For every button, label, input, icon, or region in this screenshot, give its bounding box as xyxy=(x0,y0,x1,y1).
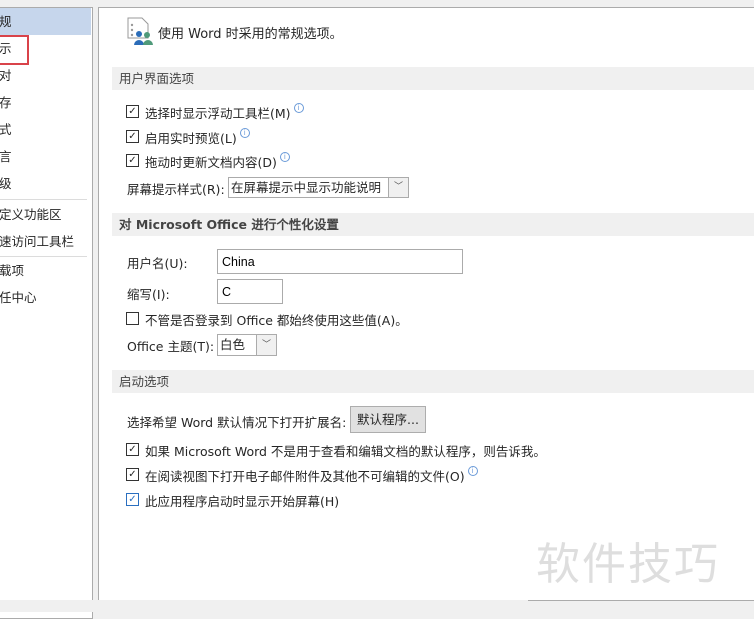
office-theme-select[interactable]: 白色 ﹀ xyxy=(217,334,277,356)
options-panel xyxy=(98,7,754,601)
checkbox-default-program-notify[interactable]: ✓ xyxy=(126,443,139,456)
intro-text: 使用 Word 时采用的常规选项。 xyxy=(158,27,343,42)
options-sidebar: 规 示 对 存 式 言 级 定义功能区 速访问工具栏 载项 任中心 xyxy=(0,7,93,619)
initials-label: 缩写(I): xyxy=(127,287,170,302)
office-theme-label: Office 主题(T): xyxy=(127,339,215,354)
option-update-on-drag: 拖动时更新文档内容(D) i xyxy=(145,152,290,171)
sidebar-item-trust-center[interactable]: 任中心 xyxy=(0,284,91,311)
info-icon[interactable]: i xyxy=(239,128,250,138)
default-programs-button[interactable]: 默认程序... xyxy=(350,406,426,433)
checkbox-always-use-values[interactable] xyxy=(126,312,139,325)
general-options-icon xyxy=(126,16,154,51)
section-header-personalize: 对 Microsoft Office 进行个性化设置 xyxy=(112,213,754,236)
chevron-down-icon: ﹀ xyxy=(388,178,408,197)
screentip-style-label: 屏幕提示样式(R): xyxy=(127,182,225,197)
select-value: 白色 xyxy=(220,337,246,352)
default-extension-label: 选择希望 Word 默认情况下打开扩展名: xyxy=(127,415,347,430)
section-header-startup: 启动选项 xyxy=(112,370,754,393)
sidebar-item-language[interactable]: 言 xyxy=(0,143,91,170)
sidebar-item-quick-access-toolbar[interactable]: 速访问工具栏 xyxy=(0,228,91,255)
section-header-ui-options: 用户界面选项 xyxy=(112,67,754,90)
option-label: 启用实时预览(L) xyxy=(145,131,237,146)
username-label: 用户名(U): xyxy=(127,256,188,271)
select-value: 在屏幕提示中显示功能说明 xyxy=(231,180,382,195)
checkbox-live-preview[interactable]: ✓ xyxy=(126,130,139,143)
checkbox-reading-view[interactable]: ✓ xyxy=(126,468,139,481)
sidebar-divider xyxy=(0,199,87,200)
info-icon[interactable]: i xyxy=(293,103,304,113)
sidebar-item-advanced[interactable]: 级 xyxy=(0,170,91,197)
checkbox-update-on-drag[interactable]: ✓ xyxy=(126,154,139,167)
default-program-notify-label: 如果 Microsoft Word 不是用于查看和编辑文档的默认程序，则告诉我。 xyxy=(145,444,546,459)
sidebar-item-addins[interactable]: 载项 xyxy=(0,257,91,284)
chevron-down-icon: ﹀ xyxy=(256,335,276,355)
username-input[interactable] xyxy=(217,249,463,274)
watermark: 软件技巧 xyxy=(536,539,720,590)
option-live-preview: 启用实时预览(L) i xyxy=(145,128,250,147)
dialog-footer xyxy=(0,600,528,612)
sidebar-item-proofing[interactable]: 对 xyxy=(0,62,91,89)
highlight-annotation xyxy=(0,35,29,65)
option-label: 拖动时更新文档内容(D) xyxy=(145,155,277,170)
checkbox-start-screen[interactable]: ✓ xyxy=(126,493,139,506)
option-label: 选择时显示浮动工具栏(M) xyxy=(145,106,291,121)
start-screen-label: 此应用程序启动时显示开始屏幕(H) xyxy=(145,494,340,509)
option-label: 在阅读视图下打开电子邮件附件及其他不可编辑的文件(O) xyxy=(145,469,465,484)
info-icon[interactable]: i xyxy=(467,466,478,476)
initials-input[interactable] xyxy=(217,279,283,304)
screentip-style-select[interactable]: 在屏幕提示中显示功能说明 ﹀ xyxy=(228,177,409,198)
option-reading-view: 在阅读视图下打开电子邮件附件及其他不可编辑的文件(O) i xyxy=(145,466,478,485)
info-icon[interactable]: i xyxy=(279,152,290,162)
sidebar-item-save[interactable]: 存 xyxy=(0,89,91,116)
option-mini-toolbar: 选择时显示浮动工具栏(M) i xyxy=(145,103,304,122)
always-use-values-label: 不管是否登录到 Office 都始终使用这些值(A)。 xyxy=(145,313,408,328)
sidebar-item-general[interactable]: 规 xyxy=(0,8,91,35)
sidebar-item-customize-ribbon[interactable]: 定义功能区 xyxy=(0,201,91,228)
sidebar-item-layout[interactable]: 式 xyxy=(0,116,91,143)
checkbox-mini-toolbar[interactable]: ✓ xyxy=(126,105,139,118)
